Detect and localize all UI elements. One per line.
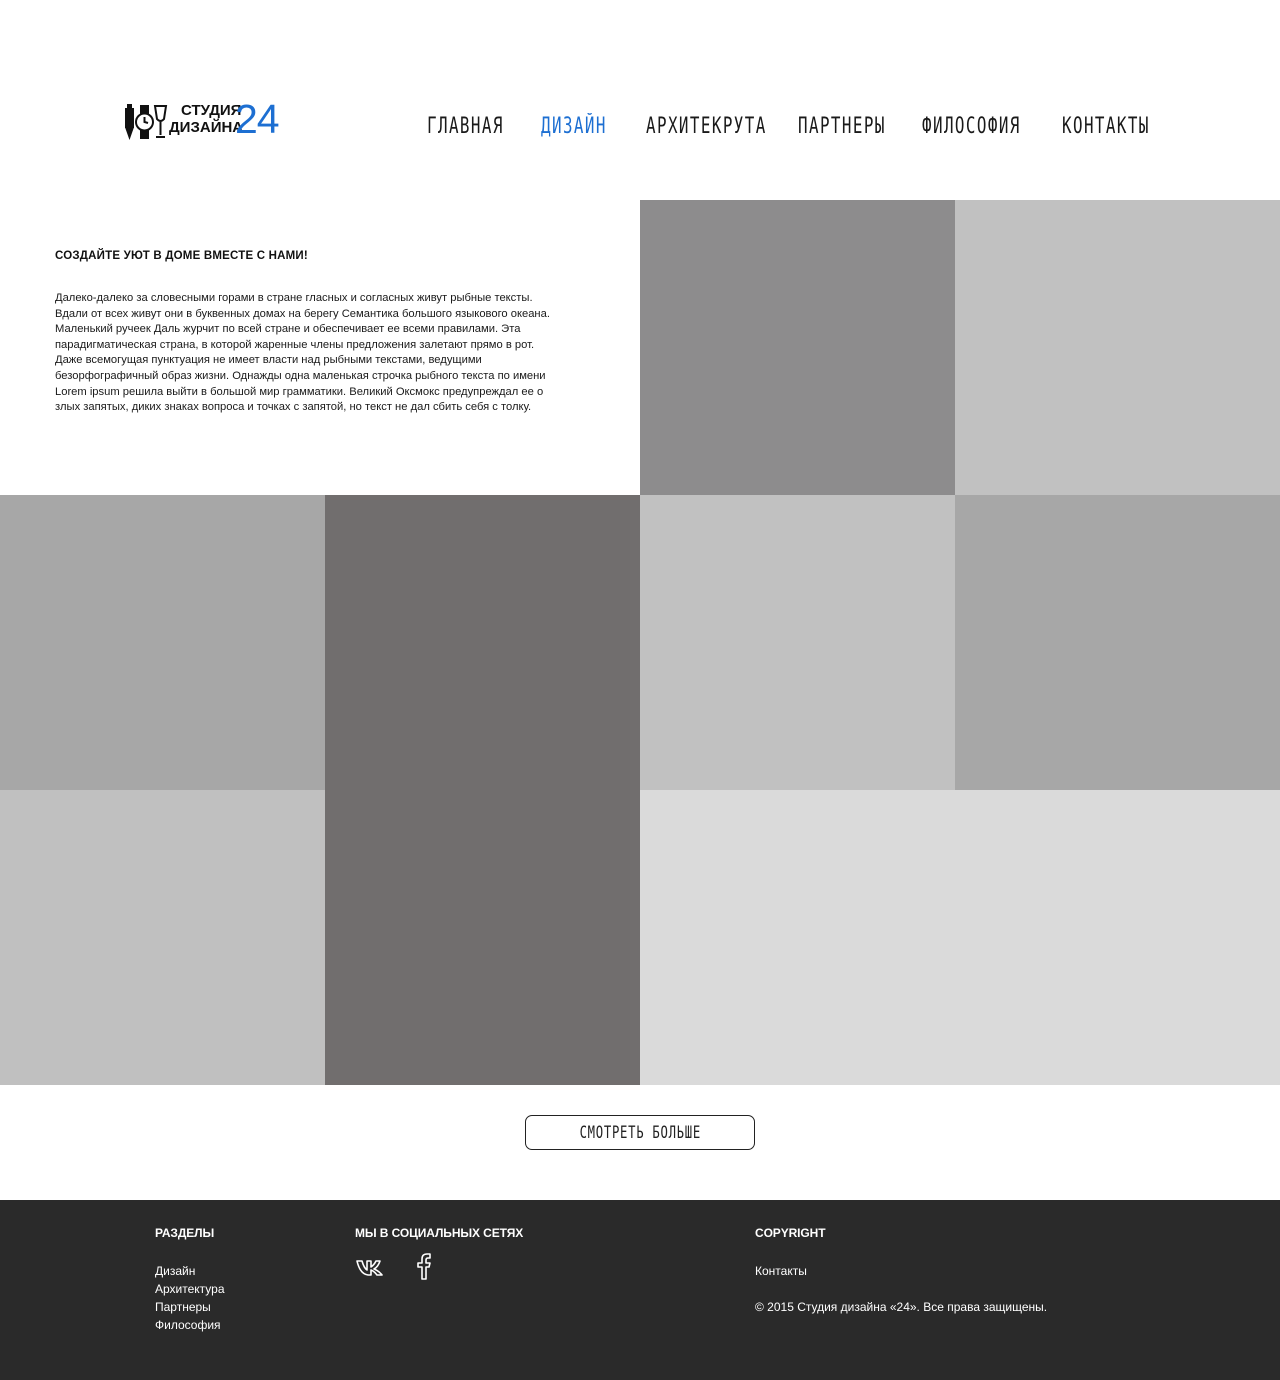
footer-copyright: COPYRIGHT Контакты © 2015 Студия дизайна… bbox=[755, 1226, 1047, 1316]
gallery-tile[interactable] bbox=[955, 200, 1280, 495]
site-footer: РАЗДЕЛЫ Дизайн Архитектура Партнеры Фило… bbox=[0, 1200, 1280, 1380]
gallery-tile[interactable] bbox=[325, 495, 640, 1085]
footer-link-architecture[interactable]: Архитектура bbox=[155, 1280, 225, 1298]
nav-item-philosophy[interactable]: философия bbox=[922, 112, 1021, 142]
footer-link-philosophy[interactable]: Философия bbox=[155, 1316, 225, 1334]
gallery-tile[interactable] bbox=[640, 495, 955, 790]
gallery-tile[interactable] bbox=[640, 790, 1280, 1085]
gallery-tile[interactable] bbox=[640, 200, 955, 495]
footer-copyright-heading: COPYRIGHT bbox=[755, 1226, 826, 1240]
footer-copyright-links: Контакты © 2015 Студия дизайна «24». Все… bbox=[755, 1262, 1047, 1316]
intro-title: СОЗДАЙТЕ УЮТ В ДОМЕ ВМЕСТЕ С НАМИ! bbox=[55, 250, 308, 262]
show-more-button[interactable]: смотреть больше bbox=[525, 1115, 755, 1150]
nav-item-architecture[interactable]: архитекрута bbox=[646, 112, 767, 142]
nav-item-contacts[interactable]: контакты bbox=[1062, 112, 1150, 142]
gallery-tile[interactable] bbox=[955, 495, 1280, 790]
main-nav: главная дизайн архитекрута партнеры фило… bbox=[0, 112, 1280, 146]
intro-body: Далеко-далеко за словесными горами в стр… bbox=[55, 292, 550, 414]
facebook-icon[interactable] bbox=[413, 1251, 435, 1281]
intro-section: СОЗДАЙТЕ УЮТ В ДОМЕ ВМЕСТЕ С НАМИ! Далек… bbox=[55, 250, 575, 416]
site-header: СТУДИЯ ДИЗАЙНА 24 главная дизайн архитек… bbox=[0, 0, 1280, 200]
footer-link-partners[interactable]: Партнеры bbox=[155, 1298, 225, 1316]
footer-link-contacts[interactable]: Контакты bbox=[755, 1262, 1047, 1280]
social-icons bbox=[355, 1253, 475, 1286]
footer-link-design[interactable]: Дизайн bbox=[155, 1262, 225, 1280]
vk-icon[interactable] bbox=[355, 1256, 387, 1278]
footer-social: МЫ В СОЦИАЛЬНЫХ СЕТЯХ bbox=[355, 1226, 575, 1306]
nav-item-design[interactable]: дизайн bbox=[541, 112, 607, 142]
footer-sections-heading: РАЗДЕЛЫ bbox=[155, 1226, 215, 1240]
footer-sections-links: Дизайн Архитектура Партнеры Философия bbox=[155, 1262, 225, 1334]
gallery-tile[interactable] bbox=[0, 495, 325, 790]
copyright-text: © 2015 Студия дизайна «24». Все права за… bbox=[755, 1300, 1048, 1314]
footer-sections: РАЗДЕЛЫ Дизайн Архитектура Партнеры Фило… bbox=[155, 1226, 225, 1334]
nav-item-home[interactable]: главная bbox=[427, 112, 504, 142]
show-more-label: смотреть больше bbox=[579, 1122, 701, 1143]
footer-social-heading: МЫ В СОЦИАЛЬНЫХ СЕТЯХ bbox=[355, 1226, 524, 1240]
gallery-tile[interactable] bbox=[0, 790, 325, 1085]
nav-item-partners[interactable]: партнеры bbox=[798, 112, 886, 142]
